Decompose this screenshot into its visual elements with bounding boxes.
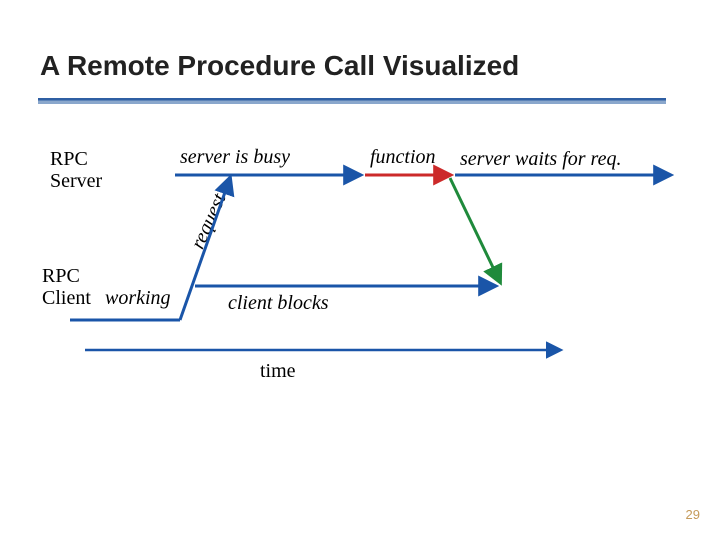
- slide-title: A Remote Procedure Call Visualized: [40, 50, 519, 82]
- label-time: time: [260, 360, 296, 382]
- label-request: request: [187, 190, 232, 252]
- label-client-blocks: client blocks: [228, 292, 329, 314]
- title-underline: [38, 98, 666, 104]
- slide: A Remote Procedure Call Visualized RPCSe…: [0, 0, 720, 540]
- label-server-waits: server waits for req.: [460, 148, 621, 170]
- label-rpc-client: RPCClient: [42, 265, 91, 309]
- label-rpc-server: RPCServer: [50, 148, 102, 192]
- label-function: function: [370, 146, 436, 168]
- page-number: 29: [686, 507, 700, 522]
- label-server-busy: server is busy: [180, 146, 290, 168]
- label-working: working: [105, 287, 171, 309]
